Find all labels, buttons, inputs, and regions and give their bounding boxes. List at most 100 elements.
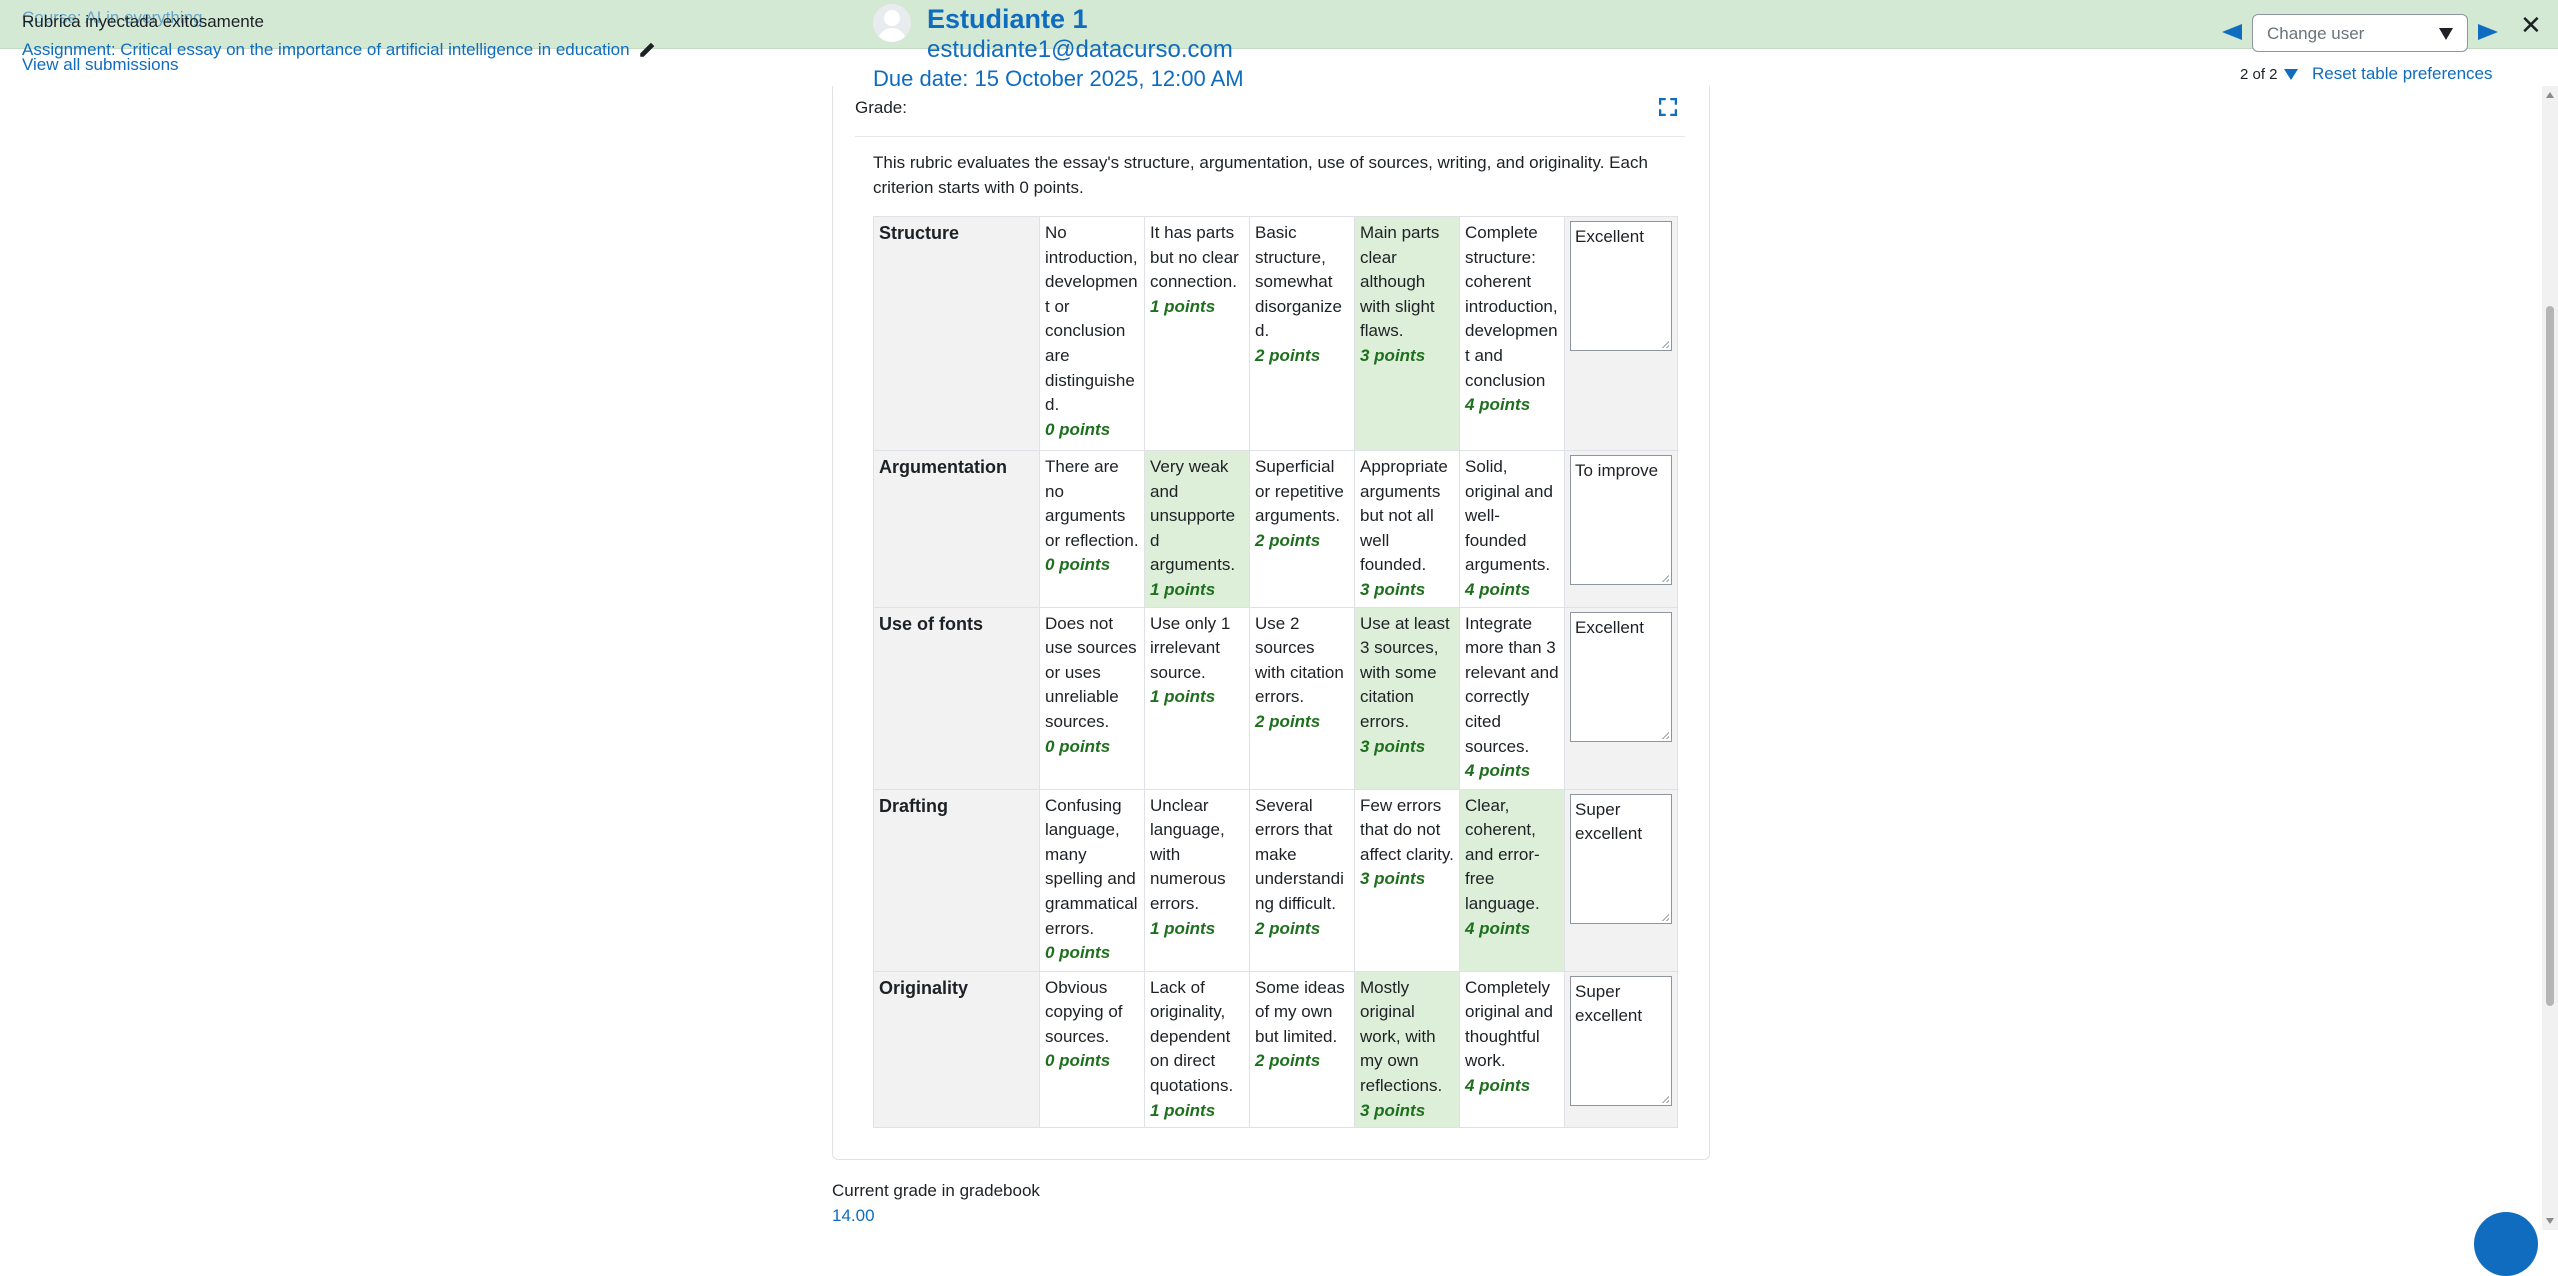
counter-text: 2 of 2 bbox=[2240, 66, 2278, 83]
level-description: Solid, original and well-founded argumen… bbox=[1465, 457, 1553, 575]
remark-textarea[interactable]: To improve bbox=[1570, 455, 1672, 585]
level-points: 2 points bbox=[1255, 1051, 1321, 1071]
level-description: Superficial or repetitive arguments. bbox=[1255, 457, 1344, 526]
pencil-icon[interactable] bbox=[638, 41, 656, 59]
level-description: Use 2 sources with citation errors. bbox=[1255, 613, 1344, 707]
rubric-level-cell[interactable]: It has parts but no clear connection. 1 p… bbox=[1144, 216, 1250, 451]
rubric-level-cell[interactable]: Integrate more than 3 relevant and corre… bbox=[1459, 606, 1565, 790]
remark-cell: Excellent bbox=[1564, 606, 1678, 790]
filter-icon[interactable] bbox=[2283, 69, 2298, 80]
rubric-level-cell[interactable]: Use at least 3 sources, with some citati… bbox=[1354, 606, 1460, 790]
scroll-thumb[interactable] bbox=[2546, 306, 2554, 1006]
grade-label: Grade: bbox=[855, 98, 907, 117]
level-points: 3 points bbox=[1360, 869, 1426, 889]
level-points: 3 points bbox=[1360, 579, 1426, 599]
grader-header: Course: AI in everything Rubrica inyecta… bbox=[0, 0, 2558, 91]
expand-icon[interactable] bbox=[1659, 98, 1677, 116]
level-points: 0 points bbox=[1045, 943, 1111, 963]
remark-textarea[interactable]: Super excellent bbox=[1570, 793, 1672, 924]
level-description: Obvious copying of sources. bbox=[1045, 977, 1123, 1046]
rubric-level-cell[interactable]: Confusing language, many spelling and gr… bbox=[1039, 788, 1145, 972]
rubric-level-cell[interactable]: Some ideas of my own but limited. 2 point… bbox=[1249, 970, 1355, 1129]
gradebook-label: Current grade in gradebook bbox=[832, 1181, 1040, 1200]
chevron-down-icon bbox=[2439, 28, 2453, 40]
rubric-level-cell[interactable]: Lack of originality, dependent on direct… bbox=[1144, 970, 1250, 1129]
criterion-name: Argumentation bbox=[873, 450, 1040, 608]
level-points: 4 points bbox=[1465, 579, 1531, 599]
level-description: Lack of originality, dependent on direct… bbox=[1150, 977, 1234, 1095]
criterion-name: Structure bbox=[873, 216, 1040, 451]
scroll-up-icon[interactable] bbox=[2546, 92, 2554, 98]
rubric-level-cell[interactable]: There are no arguments or reflection. 0 p… bbox=[1039, 450, 1145, 608]
rubric-level-cell[interactable]: Clear, coherent, and error-free language… bbox=[1459, 788, 1565, 972]
close-icon[interactable]: ✕ bbox=[2520, 10, 2542, 41]
next-user-icon[interactable] bbox=[2478, 24, 2498, 40]
level-points: 1 points bbox=[1150, 687, 1216, 707]
level-description: Use only 1 irrelevant source. bbox=[1150, 613, 1231, 682]
user-name-link[interactable]: Estudiante 1 bbox=[927, 4, 1088, 35]
rubric-description: This rubric evaluates the essay's struct… bbox=[873, 153, 1648, 197]
level-description: Some ideas of my own but limited. bbox=[1255, 977, 1345, 1046]
rubric-level-cell[interactable]: Obvious copying of sources. 0 points bbox=[1039, 970, 1145, 1129]
rubric-notice: Rubrica inyectada exitosamente bbox=[22, 12, 264, 31]
rubric-level-cell[interactable]: Solid, original and well-founded argumen… bbox=[1459, 450, 1565, 608]
remark-cell: Super excellent bbox=[1564, 970, 1678, 1129]
change-user-select[interactable]: Change user bbox=[2252, 14, 2468, 52]
level-points: 0 points bbox=[1045, 555, 1111, 575]
level-description: Clear, coherent, and error-free language… bbox=[1465, 795, 1540, 913]
level-points: 2 points bbox=[1255, 711, 1321, 731]
level-description: Use at least 3 sources, with some citati… bbox=[1360, 613, 1450, 731]
rubric-level-cell[interactable]: Several errors that make understanding d… bbox=[1249, 788, 1355, 972]
rubric-level-cell[interactable]: Complete structure: coherent introductio… bbox=[1459, 216, 1565, 451]
level-points: 0 points bbox=[1045, 1051, 1111, 1071]
level-points: 2 points bbox=[1255, 345, 1321, 365]
level-description: Main parts clear although with slight fl… bbox=[1360, 223, 1440, 341]
rubric-level-cell[interactable]: Main parts clear although with slight fl… bbox=[1354, 216, 1460, 451]
criterion-name: Originality bbox=[873, 970, 1040, 1129]
rubric-level-cell[interactable]: No introduction, development or conclusi… bbox=[1039, 216, 1145, 451]
gradebook-value-link[interactable]: 14.00 bbox=[832, 1206, 875, 1226]
rubric-level-cell[interactable]: Completely original and thoughtful work.… bbox=[1459, 970, 1565, 1129]
previous-user-icon[interactable] bbox=[2222, 24, 2242, 40]
criterion-name: Use of fonts bbox=[873, 606, 1040, 790]
remark-textarea[interactable]: Super excellent bbox=[1570, 975, 1672, 1106]
level-description: Appropriate arguments but not all well f… bbox=[1360, 457, 1448, 575]
level-points: 4 points bbox=[1465, 918, 1531, 938]
change-user-placeholder: Change user bbox=[2267, 24, 2365, 43]
level-points: 2 points bbox=[1255, 530, 1321, 550]
rubric-level-cell[interactable]: Few errors that do not affect clarity. 3 … bbox=[1354, 788, 1460, 972]
rubric-level-cell[interactable]: Appropriate arguments but not all well f… bbox=[1354, 450, 1460, 608]
user-counter[interactable]: 2 of 2 bbox=[2240, 66, 2298, 83]
rubric-criterion-row: Originality Obvious copying of sources. 0 … bbox=[873, 970, 1678, 1129]
reset-table-preferences-link[interactable]: Reset table preferences bbox=[2312, 64, 2493, 84]
rubric-level-cell[interactable]: Use 2 sources with citation errors. 2 poi… bbox=[1249, 606, 1355, 790]
criterion-name: Drafting bbox=[873, 788, 1040, 972]
grade-row: Grade: bbox=[855, 98, 1685, 137]
level-description: Unclear language, with numerous errors. bbox=[1150, 795, 1226, 913]
grading-panel: Grade: This rubric evaluates the essay's… bbox=[832, 86, 1710, 1160]
view-all-submissions-link[interactable]: View all submissions bbox=[22, 55, 179, 75]
page-scrollbar[interactable] bbox=[2542, 86, 2558, 1230]
remark-textarea[interactable]: Excellent bbox=[1570, 611, 1672, 742]
level-description: Mostly original work, with my own reflec… bbox=[1360, 977, 1443, 1095]
rubric-level-cell[interactable]: Superficial or repetitive arguments. 2 po… bbox=[1249, 450, 1355, 608]
level-points: 4 points bbox=[1465, 761, 1531, 781]
rubric-level-cell[interactable]: Very weak and unsupported arguments. 1 po… bbox=[1144, 450, 1250, 608]
rubric-criterion-row: Drafting Confusing language, many spellin… bbox=[873, 788, 1678, 972]
level-points: 1 points bbox=[1150, 296, 1216, 316]
rubric-level-cell[interactable]: Mostly original work, with my own reflec… bbox=[1354, 970, 1460, 1129]
rubric-level-cell[interactable]: Basic structure, somewhat disorganized. 2… bbox=[1249, 216, 1355, 451]
remark-textarea[interactable]: Excellent bbox=[1570, 221, 1672, 351]
rubric-level-cell[interactable]: Unclear language, with numerous errors. 1… bbox=[1144, 788, 1250, 972]
help-button[interactable] bbox=[2474, 1212, 2538, 1276]
rubric-criterion-row: Use of fonts Does not use sources or uses… bbox=[873, 606, 1678, 790]
rubric-level-cell[interactable]: Does not use sources or uses unreliable … bbox=[1039, 606, 1145, 790]
scroll-down-icon[interactable] bbox=[2546, 1218, 2554, 1224]
rubric-level-cell[interactable]: Use only 1 irrelevant source. 1 points bbox=[1144, 606, 1250, 790]
rubric-criterion-row: Argumentation There are no arguments or r… bbox=[873, 450, 1678, 608]
level-points: 1 points bbox=[1150, 579, 1216, 599]
remark-cell: Excellent bbox=[1564, 216, 1678, 451]
user-email: estudiante1@datacurso.com bbox=[927, 36, 1233, 63]
level-description: No introduction, development or conclusi… bbox=[1045, 223, 1138, 415]
rubric-criterion-row: Structure No introduction, development or… bbox=[873, 216, 1678, 451]
